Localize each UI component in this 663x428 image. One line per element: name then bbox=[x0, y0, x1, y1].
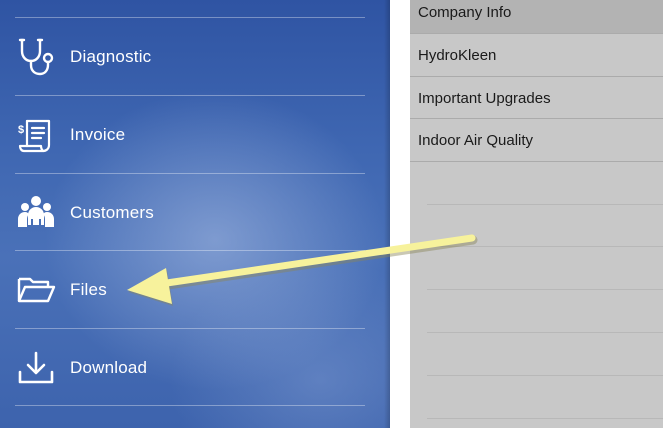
empty-row-separator bbox=[427, 418, 663, 419]
menu-item-label: Files bbox=[70, 279, 107, 299]
menu-item-label: Customers bbox=[70, 202, 154, 222]
stethoscope-icon bbox=[16, 37, 56, 77]
empty-row-separator bbox=[427, 204, 663, 205]
menu-item-download[interactable]: Download bbox=[0, 329, 390, 406]
svg-text:$: $ bbox=[18, 124, 24, 136]
menu-item-invoice[interactable]: $ Invoice bbox=[0, 96, 390, 173]
download-icon bbox=[16, 348, 56, 388]
menu-item-label: Diagnostic bbox=[70, 46, 152, 66]
list-item-label: Company Info bbox=[418, 3, 512, 21]
list-item-company-info[interactable]: Company Info bbox=[410, 0, 663, 33]
list-item-indoor-air-quality[interactable]: Indoor Air Quality bbox=[410, 119, 663, 161]
menu-item-label: Download bbox=[70, 357, 148, 377]
empty-row-separator bbox=[427, 332, 663, 333]
menu-item-customers[interactable]: Customers bbox=[0, 174, 390, 251]
invoice-icon: $ bbox=[16, 115, 56, 155]
customers-icon bbox=[16, 193, 56, 233]
list-separator bbox=[410, 161, 663, 162]
list-item-label: Indoor Air Quality bbox=[418, 131, 534, 149]
list-item-label: HydroKleen bbox=[418, 46, 497, 64]
list-item-hydrokleen[interactable]: HydroKleen bbox=[410, 34, 663, 76]
app-screen: Diagnostic $ Invoice Customers Files Dow… bbox=[0, 0, 663, 428]
empty-row-separator bbox=[427, 375, 663, 376]
list-item-important-upgrades[interactable]: Important Upgrades bbox=[410, 77, 663, 119]
panel-gap bbox=[390, 0, 410, 428]
menu-item-diagnostic[interactable]: Diagnostic bbox=[0, 18, 390, 95]
file-list-panel: Company Info HydroKleen Important Upgrad… bbox=[410, 0, 663, 428]
menu-item-label: Invoice bbox=[70, 124, 126, 144]
menu-divider bbox=[15, 405, 365, 406]
list-item-label: Important Upgrades bbox=[418, 89, 551, 107]
folder-icon bbox=[16, 270, 56, 310]
empty-row-separator bbox=[427, 289, 663, 290]
side-menu: Diagnostic $ Invoice Customers Files Dow… bbox=[0, 0, 390, 428]
menu-item-files[interactable]: Files bbox=[0, 251, 390, 328]
empty-row-separator bbox=[427, 246, 663, 247]
